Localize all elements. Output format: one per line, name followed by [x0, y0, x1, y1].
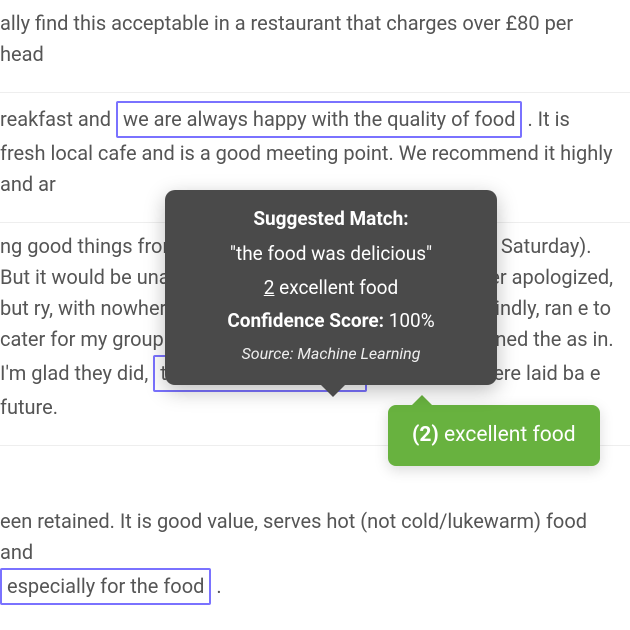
- tag-number: (2): [412, 423, 439, 447]
- review-text: een retained. It is good value, serves h…: [0, 509, 587, 564]
- tooltip-category: 2 excellent food: [181, 273, 481, 302]
- highlighted-span[interactable]: we are always happy with the quality of …: [116, 101, 522, 138]
- tag-arrow-icon: [412, 395, 432, 405]
- tooltip-confidence: Confidence Score: 100%: [181, 306, 481, 335]
- review-text: reakfast and: [0, 107, 116, 131]
- highlighted-span[interactable]: especially for the food: [0, 568, 211, 605]
- tooltip-arrow-icon: [321, 385, 345, 397]
- review-paragraph: ally find this acceptable in a restauran…: [0, 0, 630, 93]
- tooltip-quote: "the food was delicious": [181, 239, 481, 268]
- review-text: ally find this acceptable in a restauran…: [0, 11, 573, 66]
- tag-label: excellent food: [439, 423, 576, 447]
- review-paragraph: een retained. It is good value, serves h…: [0, 446, 630, 627]
- confidence-value: 100%: [389, 309, 435, 332]
- tooltip-title: Suggested Match:: [181, 204, 481, 233]
- category-tag[interactable]: (2) excellent food: [388, 405, 600, 466]
- category-number: 2: [264, 276, 275, 299]
- suggestion-tooltip: Suggested Match: "the food was delicious…: [165, 190, 497, 385]
- review-text: .: [216, 574, 221, 598]
- confidence-label: Confidence Score:: [227, 309, 388, 332]
- category-label: excellent food: [274, 276, 398, 299]
- tooltip-source: Source: Machine Learning: [181, 342, 481, 367]
- document-body: ally find this acceptable in a restauran…: [0, 0, 630, 627]
